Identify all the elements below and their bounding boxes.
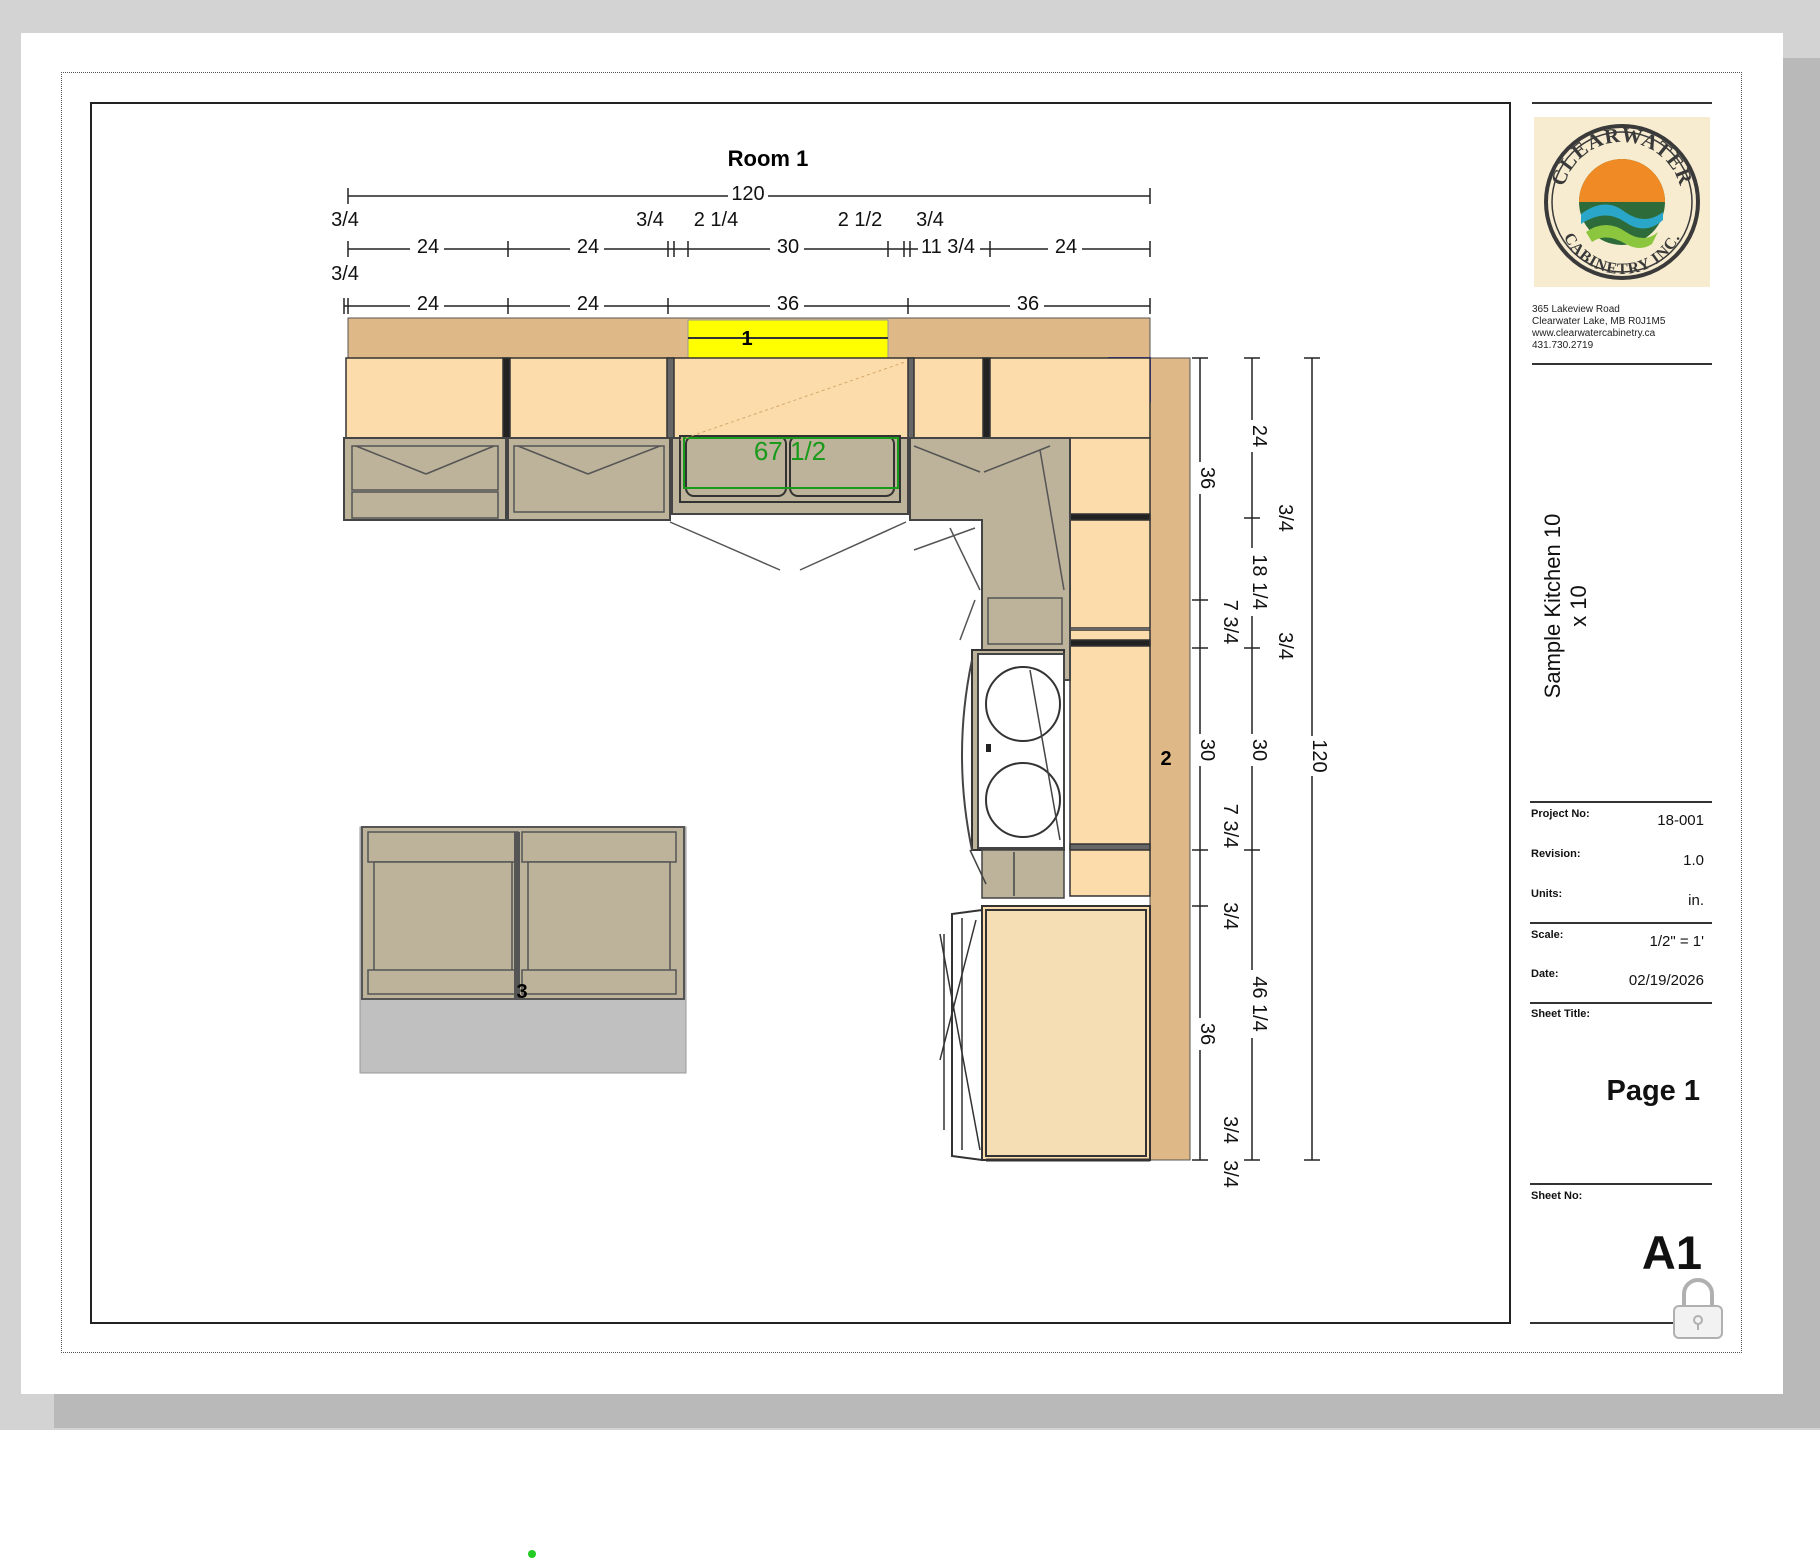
address-line: 365 Lakeview Road [1532, 304, 1620, 315]
right-dimension-texts: 36 7 3/4 30 7 3/4 36 3/4 3/4 3/4 24 18 1… [1196, 420, 1331, 1188]
units-label: Units: [1531, 888, 1563, 900]
sheet-title-label: Sheet Title: [1531, 1008, 1591, 1020]
dim-text: 3/4 [331, 209, 359, 231]
dim-text: 3/4 [1274, 504, 1296, 532]
dim-text: 30 [777, 236, 799, 258]
page-label: Page 1 [1606, 1075, 1701, 1107]
units-value: in. [1688, 892, 1704, 909]
dim-text: 3/4 [916, 209, 944, 231]
dim-text: 120 [731, 183, 764, 205]
lock-icon[interactable] [1670, 1276, 1726, 1342]
cursor-indicator [528, 1550, 536, 1558]
dim-text: 3/4 [1219, 1116, 1241, 1144]
tall-cabinet[interactable] [939, 905, 1151, 1162]
dim-text: 3/4 [1219, 1160, 1241, 1188]
upper-cabinets-top[interactable] [345, 357, 1151, 439]
project-no-label: Project No: [1531, 808, 1590, 820]
dim-text: 46 1/4 [1248, 976, 1270, 1032]
island[interactable]: 3 [359, 826, 687, 1074]
dim-text: 30 [1196, 739, 1218, 761]
dim-text: 24 [577, 293, 599, 315]
dim-text: 24 [577, 236, 599, 258]
sink-dimension: 67 1/2 [754, 436, 826, 466]
dim-text: 24 [417, 236, 439, 258]
island-label: 3 [516, 981, 527, 1003]
room-title: Room 1 [728, 146, 809, 171]
dim-text: 36 [1017, 293, 1039, 315]
dim-text: 36 [1196, 1023, 1218, 1045]
dim-text: 24 [1248, 425, 1270, 447]
dim-text: 2 1/2 [838, 209, 882, 231]
dim-text: 36 [777, 293, 799, 315]
dim-text: 3/4 [1219, 902, 1241, 930]
drawing-frame [90, 102, 1511, 1324]
dim-text: 30 [1248, 739, 1270, 761]
dim-text: 2 1/4 [694, 209, 738, 231]
sheet-no-label: Sheet No: [1531, 1190, 1583, 1202]
dim-text: 3/4 [1274, 632, 1296, 660]
dim-text: 7 3/4 [1219, 804, 1241, 848]
dim-text: 11 3/4 [921, 236, 975, 258]
date-value: 02/19/2026 [1628, 972, 1704, 989]
scale-value: 1/2" = 1' [1649, 933, 1704, 950]
dim-text: 36 [1196, 467, 1218, 489]
floor-plan-drawing[interactable]: Room 1 120 3/4 3/4 2 1/4 2 1/2 3/4 3/4 2… [0, 0, 1820, 1430]
sheet-title: Sample Kitchen 10 x 10 [1540, 513, 1591, 699]
dim-text: 18 1/4 [1248, 554, 1270, 610]
address-line: 431.730.2719 [1532, 340, 1594, 351]
upper-cabinets-right[interactable] [1069, 437, 1151, 897]
dim-text: 7 3/4 [1219, 600, 1241, 644]
dim-text: 120 [1308, 739, 1330, 772]
sheet-number: A1 [1641, 1226, 1702, 1279]
wall-label: 1 [741, 328, 752, 350]
revision-label: Revision: [1531, 848, 1581, 860]
dim-text: 24 [1055, 236, 1077, 258]
address-line: www.clearwatercabinetry.ca [1532, 328, 1656, 339]
dim-text: 24 [417, 293, 439, 315]
dim-text: 3/4 [331, 263, 359, 285]
address-line: Clearwater Lake, MB R0J1M5 [1532, 316, 1666, 327]
range-cooktop[interactable] [961, 649, 1065, 851]
company-logo: CLEARWATER CABINETRY INC. [1534, 117, 1710, 287]
scale-label: Scale: [1531, 929, 1564, 941]
revision-value: 1.0 [1683, 852, 1704, 869]
base-filler [969, 849, 1065, 899]
wall-label: 2 [1160, 748, 1171, 770]
date-label: Date: [1531, 968, 1559, 980]
project-no-value: 18-001 [1657, 812, 1704, 829]
dim-text: 3/4 [636, 209, 664, 231]
